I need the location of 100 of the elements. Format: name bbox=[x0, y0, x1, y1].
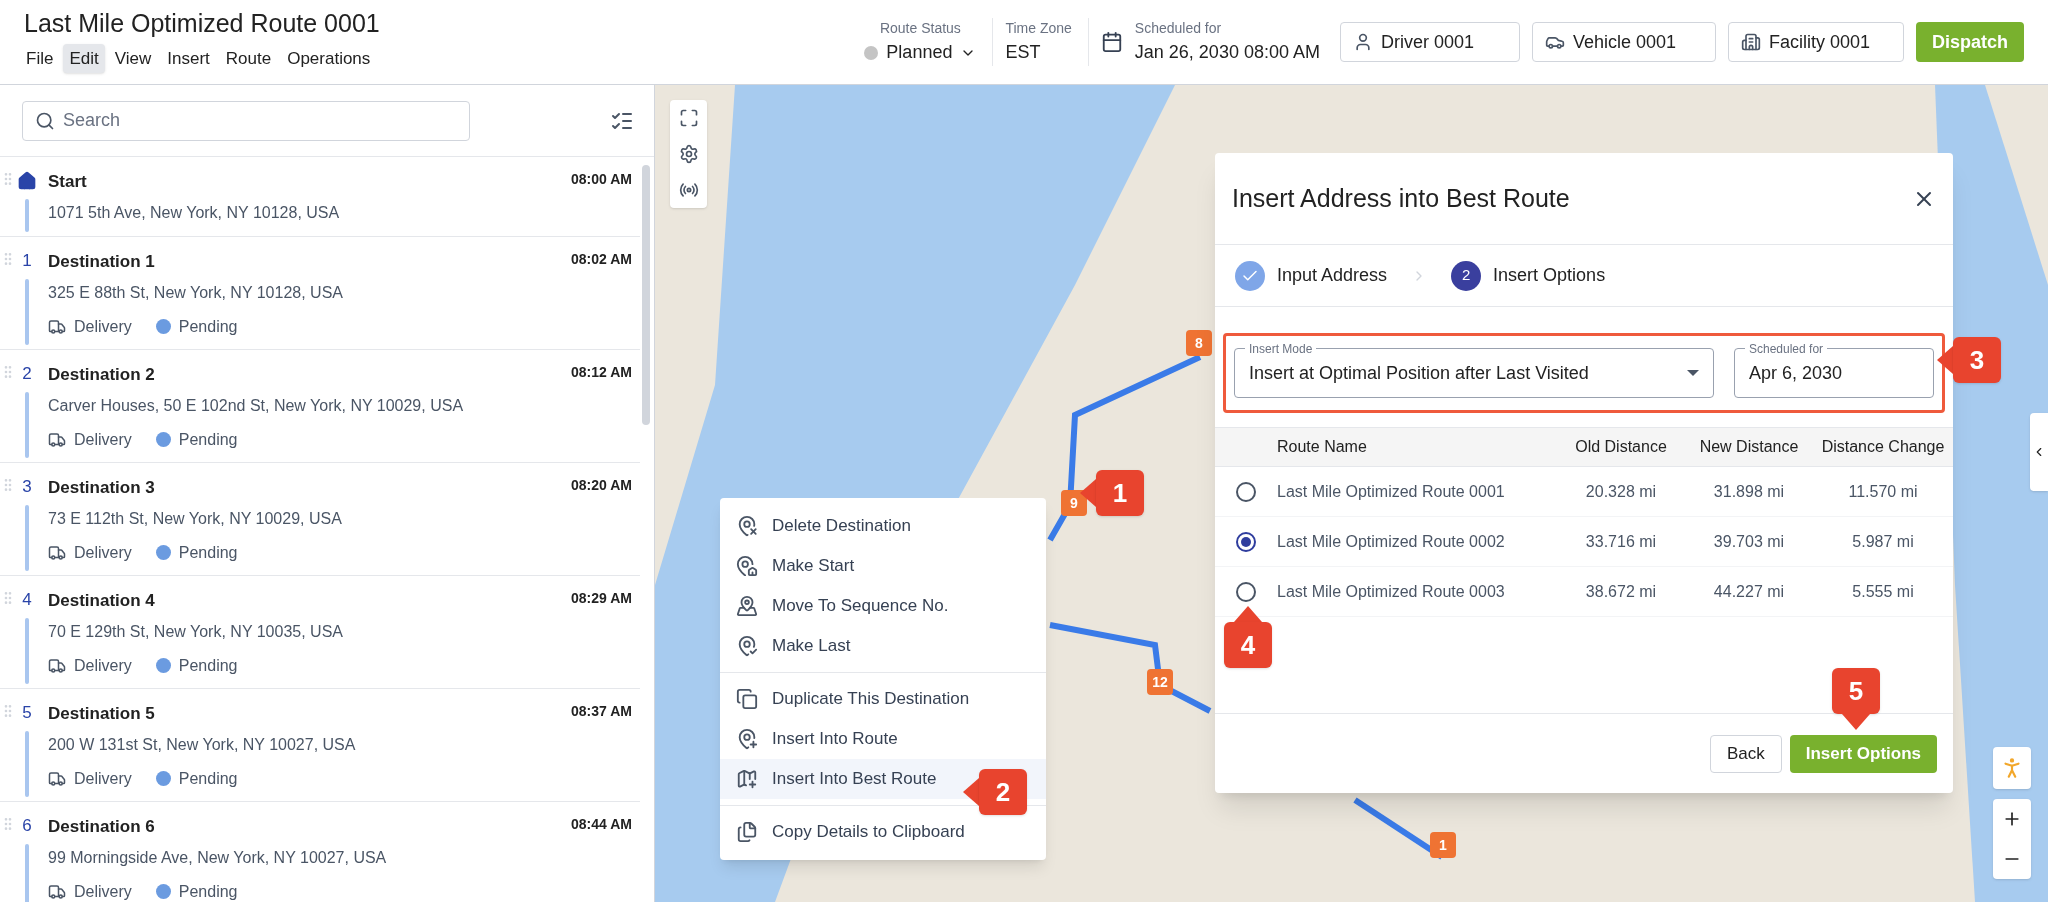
stop-number: 5 bbox=[22, 703, 32, 723]
stop-type: Delivery bbox=[74, 881, 132, 902]
stop-time: 08:20 AM bbox=[571, 476, 633, 495]
menu-item-icon bbox=[736, 821, 758, 843]
menu-item[interactable]: Route bbox=[219, 43, 278, 74]
route-name-cell-text: Last Mile Optimized Route 0002 bbox=[1277, 531, 1506, 552]
step-label: Insert Options bbox=[1493, 264, 1606, 287]
stop-address: Carver Houses, 50 E 102nd St, New York, NY 10029, USA bbox=[48, 395, 465, 416]
old-distance-cell-text: 20.328 mi bbox=[1584, 481, 1658, 502]
signal-icon[interactable] bbox=[678, 180, 699, 200]
stop-time: 08:02 AM bbox=[571, 250, 633, 269]
settings-icon[interactable] bbox=[678, 144, 699, 164]
radio-button[interactable] bbox=[1236, 581, 1256, 602]
context-menu-item[interactable]: Make Last bbox=[720, 626, 1046, 666]
stop-number: 6 bbox=[22, 816, 32, 836]
dialog-title: Insert Address into Best Route bbox=[1232, 182, 1570, 214]
old-distance-cell-text: 33.716 mi bbox=[1584, 531, 1658, 552]
stop-name: Destination 1 bbox=[48, 251, 156, 273]
menu-item[interactable]: Operations bbox=[281, 43, 377, 74]
old-distance-cell-text: 38.672 mi bbox=[1584, 581, 1658, 602]
driver-selector[interactable]: Driver 0001 bbox=[1339, 22, 1520, 62]
stop-status: Pending bbox=[178, 881, 238, 902]
vehicle-selector[interactable]: Vehicle 0001 bbox=[1531, 22, 1716, 62]
context-menu-item[interactable]: Insert Into Route bbox=[720, 719, 1046, 759]
menu-item[interactable]: File bbox=[20, 43, 60, 74]
timeline-bar bbox=[25, 731, 29, 797]
stop-address: 70 E 129th St, New York, NY 10035, USA bbox=[48, 621, 344, 642]
context-menu-item[interactable]: Make Start bbox=[720, 546, 1046, 586]
scrollbar[interactable] bbox=[642, 165, 650, 425]
stop-name: Destination 3 bbox=[48, 477, 156, 499]
timeline-bar bbox=[25, 279, 29, 345]
stop-status: Pending bbox=[178, 429, 238, 450]
column-header: Old Distance bbox=[1574, 437, 1668, 457]
stop-address: 1071 5th Ave, New York, NY 10128, USA bbox=[48, 202, 341, 223]
stop-type: Delivery bbox=[74, 542, 132, 563]
stop-number: 1 bbox=[22, 251, 32, 271]
step-label: Input Address bbox=[1277, 264, 1388, 287]
truck-icon bbox=[48, 543, 66, 562]
stop-status: Pending bbox=[178, 316, 238, 337]
context-menu-item[interactable]: Copy Details to Clipboard bbox=[720, 812, 1046, 852]
timeline-bar bbox=[25, 844, 29, 902]
street-view-button[interactable] bbox=[1993, 747, 2031, 789]
stop-name: Destination 4 bbox=[48, 590, 156, 612]
radio-button[interactable] bbox=[1236, 531, 1256, 552]
radio-button[interactable] bbox=[1236, 481, 1256, 502]
route-status-dropdown[interactable]: Planned bbox=[864, 39, 977, 66]
truck-icon bbox=[48, 430, 66, 449]
timeline-bar bbox=[25, 199, 29, 232]
route-name-cell-text: Last Mile Optimized Route 0003 bbox=[1277, 581, 1506, 602]
column-header: Distance Change bbox=[1820, 437, 1946, 457]
stop-time: 08:12 AM bbox=[571, 363, 633, 382]
map-placeholder[interactable] bbox=[655, 85, 2048, 902]
context-menu-item[interactable]: Delete Destination bbox=[720, 506, 1046, 546]
distance-change-cell-text: 11.570 mi bbox=[1847, 481, 1919, 502]
truck-icon bbox=[48, 882, 66, 901]
stop-address: 73 E 112th St, New York, NY 10029, USA bbox=[48, 508, 343, 529]
stop-type: Delivery bbox=[74, 768, 132, 789]
search-field[interactable]: Search bbox=[22, 100, 470, 141]
stop-time: 08:00 AM bbox=[571, 170, 633, 189]
stop-number: 4 bbox=[22, 590, 32, 610]
search-icon bbox=[35, 110, 55, 131]
stop-time: 08:37 AM bbox=[571, 702, 633, 721]
context-menu-item[interactable]: Move To Sequence No. bbox=[720, 586, 1046, 626]
new-distance-cell-text: 44.227 mi bbox=[1712, 581, 1786, 602]
menu-item-icon bbox=[736, 595, 758, 617]
calendar-icon bbox=[1100, 31, 1123, 53]
new-distance-cell-text: 39.703 mi bbox=[1712, 531, 1786, 552]
stop-status: Pending bbox=[178, 542, 238, 563]
menu-item[interactable]: Edit bbox=[63, 43, 105, 74]
stop-name: Destination 5 bbox=[48, 703, 156, 725]
search-input[interactable]: Search bbox=[63, 107, 457, 134]
stop-name: Start bbox=[48, 171, 88, 193]
route-status-label: Route Status bbox=[879, 19, 961, 38]
dropdown-caret-icon bbox=[1687, 370, 1699, 376]
context-menu-item[interactable]: Duplicate This Destination bbox=[720, 679, 1046, 719]
column-header: New Distance bbox=[1698, 437, 1800, 457]
menu-item[interactable]: Insert bbox=[161, 43, 216, 74]
stop-address: 99 Morningside Ave, New York, NY 10027, USA bbox=[48, 847, 388, 868]
menu-item-icon bbox=[736, 555, 758, 577]
stop-address: 325 E 88th St, New York, NY 10128, USA bbox=[48, 282, 344, 303]
menu-item-icon bbox=[736, 515, 758, 537]
fullscreen-icon[interactable] bbox=[678, 108, 699, 128]
scheduled-label: Scheduled for bbox=[1134, 19, 1223, 38]
facility-selector[interactable]: Facility 0001 bbox=[1727, 22, 1904, 62]
scheduled-value: Jan 26, 2030 08:00 AM bbox=[1134, 41, 1320, 64]
stop-name: Destination 2 bbox=[48, 364, 156, 386]
column-header: Route Name bbox=[1277, 437, 1368, 457]
stop-number: 2 bbox=[22, 364, 32, 384]
stop-type: Delivery bbox=[74, 429, 132, 450]
back-button[interactable]: Back bbox=[1709, 734, 1782, 773]
menu-item[interactable]: View bbox=[108, 43, 158, 74]
stop-status: Pending bbox=[178, 768, 238, 789]
distance-change-cell-text: 5.555 mi bbox=[1851, 581, 1915, 602]
menu-item-icon bbox=[736, 635, 758, 657]
time-zone-value: EST bbox=[1005, 41, 1042, 64]
insert-mode-value: Insert at Optimal Position after Last Visited bbox=[1249, 361, 1589, 385]
menu-item-icon bbox=[736, 768, 758, 790]
stop-number: 3 bbox=[22, 477, 32, 497]
stop-time: 08:44 AM bbox=[571, 815, 633, 834]
new-distance-cell-text: 31.898 mi bbox=[1712, 481, 1786, 502]
